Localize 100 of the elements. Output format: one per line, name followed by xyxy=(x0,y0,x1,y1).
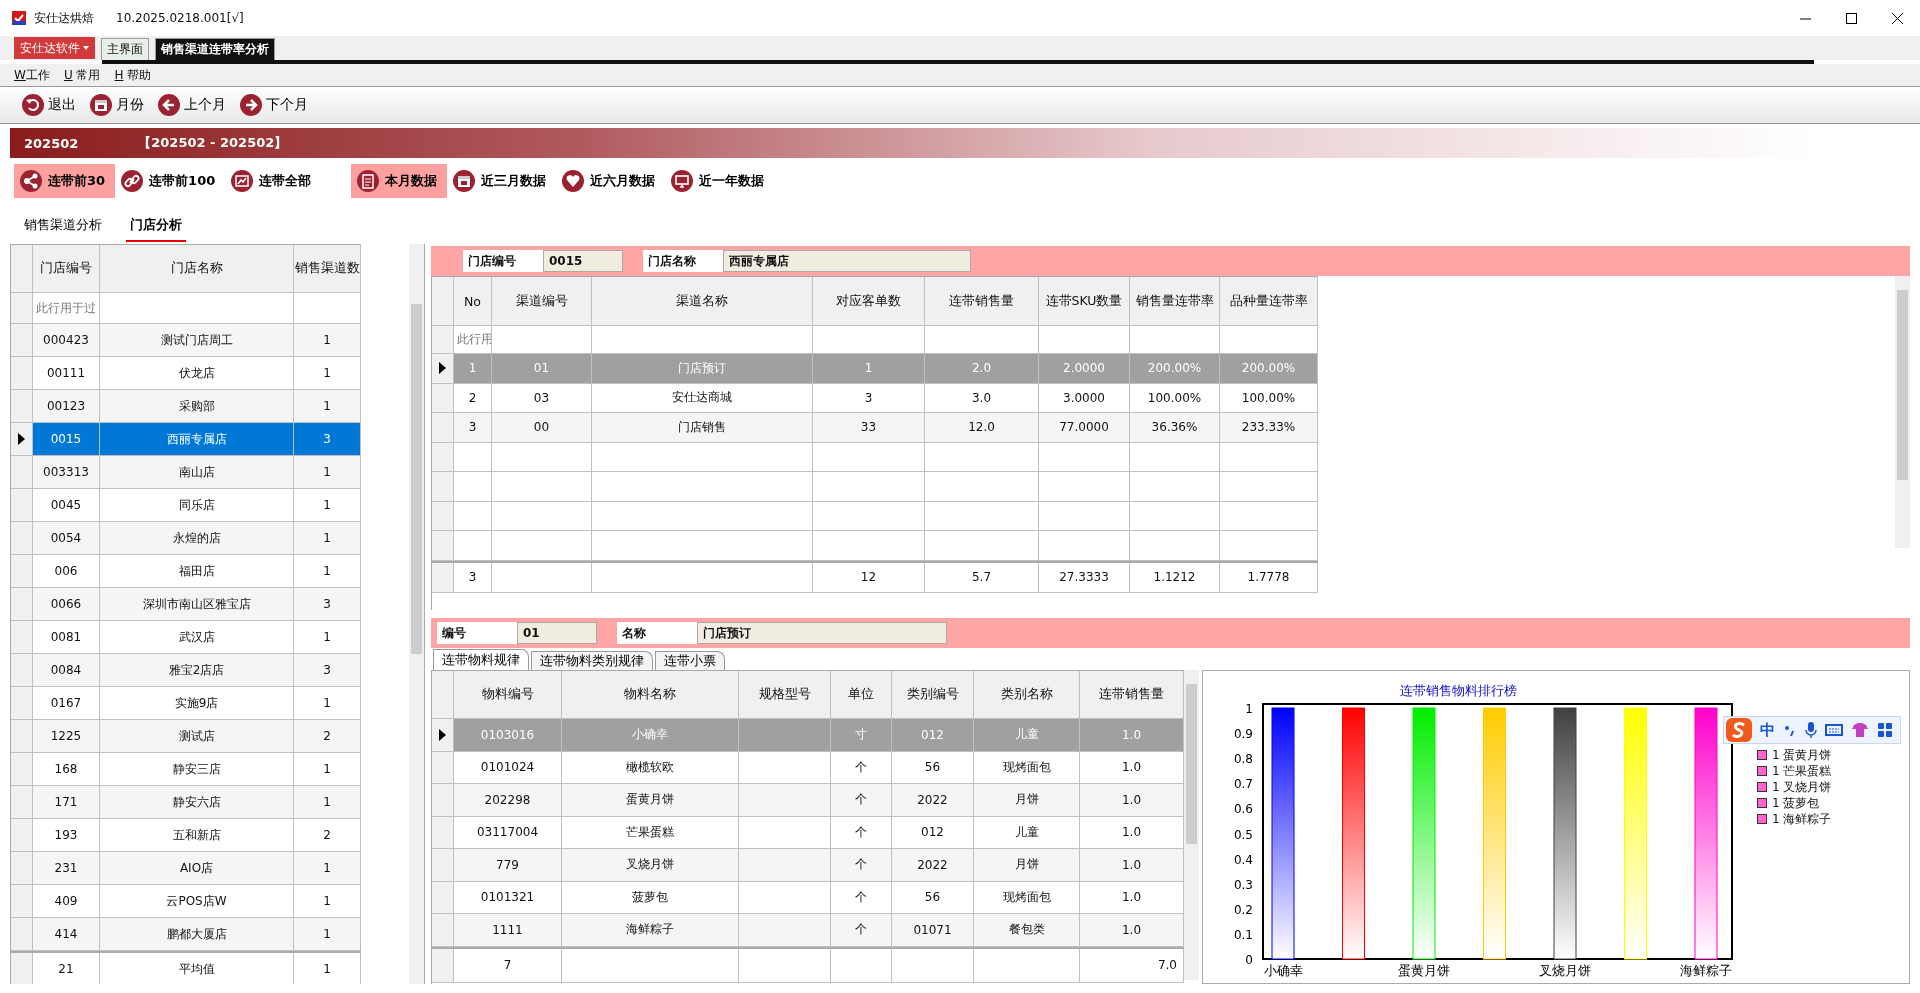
table-cell: 儿童 xyxy=(974,719,1080,752)
row-header xyxy=(432,881,454,914)
menu-item[interactable]: U 常用 xyxy=(63,66,101,84)
filter-button[interactable]: 连带前30 xyxy=(14,164,116,198)
table-row[interactable]: 003313 南山店 1 xyxy=(11,456,361,489)
table-row[interactable]: 409 云POS店W 1 xyxy=(11,885,361,918)
table-row[interactable]: 414 鹏都大厦店 1 xyxy=(11,918,361,951)
column-header[interactable]: No xyxy=(454,277,492,326)
total-cell: 21 xyxy=(33,953,100,984)
row-header xyxy=(432,914,454,947)
app-menu-button[interactable]: 安仕达软件 xyxy=(14,37,95,59)
grid-icon[interactable] xyxy=(1877,722,1893,738)
toolbar-button[interactable]: 下个月 xyxy=(238,94,310,116)
table-row[interactable]: 0045 同乐店 1 xyxy=(11,489,361,522)
keyboard-icon[interactable] xyxy=(1825,723,1843,737)
view-tab[interactable]: 销售渠道分析 xyxy=(20,216,106,242)
column-header[interactable]: 类别名称 xyxy=(974,671,1080,719)
table-row[interactable]: 000423 测试门店周工 1 xyxy=(11,324,361,357)
column-header[interactable]: 渠道名称 xyxy=(592,277,813,326)
column-header[interactable]: 连带SKU数量 xyxy=(1039,277,1130,326)
column-header[interactable]: 连带销售量 xyxy=(925,277,1039,326)
table-row[interactable]: 2 03 安仕达商城 3 3.0 3.0000 100.00% 100.00% xyxy=(432,383,1318,413)
column-header[interactable]: 门店名称 xyxy=(100,245,294,293)
row-header xyxy=(11,753,33,786)
sub-tab[interactable]: 连带物料类别规律 xyxy=(531,651,653,670)
table-cell: 叉烧月饼 xyxy=(562,849,739,882)
table-row[interactable]: 1111 海鲜粽子 个 01071 餐包类 1.0 xyxy=(432,914,1184,947)
table-row[interactable]: 0167 实施9店 1 xyxy=(11,687,361,720)
table-row[interactable]: 03117004 芒果蛋糕 个 012 儿童 1.0 xyxy=(432,816,1184,849)
column-header[interactable]: 连带销售量 xyxy=(1080,671,1184,719)
shirt-icon[interactable] xyxy=(1851,722,1869,738)
column-header[interactable]: 销售量连带率 xyxy=(1130,277,1220,326)
row-header xyxy=(432,816,454,849)
column-header[interactable]: 对应客单数 xyxy=(813,277,925,326)
row-pointer-icon xyxy=(18,433,25,445)
microphone-icon[interactable] xyxy=(1805,721,1817,739)
column-header[interactable]: 渠道编号 xyxy=(492,277,592,326)
ime-mode-toggle[interactable]: 中 xyxy=(1760,720,1775,740)
table-row[interactable]: 193 五和新店 2 xyxy=(11,819,361,852)
row-header xyxy=(11,324,33,357)
axis-label: 蛋黄月饼 xyxy=(1398,963,1450,978)
row-header xyxy=(11,555,33,588)
legend-label: 1 叉烧月饼 xyxy=(1772,780,1832,794)
row-header xyxy=(432,784,454,817)
legend-swatch xyxy=(1757,782,1767,792)
column-header[interactable]: 单位 xyxy=(831,671,892,719)
column-header[interactable]: 类别编号 xyxy=(892,671,974,719)
table-row[interactable]: 0081 武汉店 1 xyxy=(11,621,361,654)
column-header[interactable]: 门店编号 xyxy=(33,245,100,293)
table-cell: 1 xyxy=(454,354,492,384)
table-cell: 月饼 xyxy=(974,849,1080,882)
sub-tab[interactable]: 连带物料规律 xyxy=(433,649,529,670)
toolbar-button[interactable]: 月份 xyxy=(88,94,146,116)
toolbar-button[interactable]: 上个月 xyxy=(156,94,228,116)
scrollbar[interactable] xyxy=(1895,276,1910,548)
total-cell: 12 xyxy=(813,562,925,593)
table-row[interactable]: 0101024 橄榄软欧 个 56 现烤面包 1.0 xyxy=(432,751,1184,784)
punctuation-icon[interactable] xyxy=(1783,723,1797,737)
menu-item[interactable]: W工作 xyxy=(14,66,50,84)
scrollbar[interactable] xyxy=(409,244,424,984)
table-cell: 月饼 xyxy=(974,784,1080,817)
table-row[interactable]: 202298 蛋黄月饼 个 2022 月饼 1.0 xyxy=(432,784,1184,817)
menu-item[interactable]: H 帮助 xyxy=(114,66,152,84)
column-header[interactable]: 规格型号 xyxy=(739,671,831,719)
table-row[interactable]: 0066 深圳市南山区雅宝店 3 xyxy=(11,588,361,621)
table-cell: 779 xyxy=(454,849,562,882)
table-row[interactable]: 00111 伏龙店 1 xyxy=(11,357,361,390)
column-header[interactable]: 物料名称 xyxy=(562,671,739,719)
table-row[interactable]: 00123 采购部 1 xyxy=(11,390,361,423)
toolbar-button[interactable]: 退出 xyxy=(20,94,78,116)
table-row[interactable]: 779 叉烧月饼 个 2022 月饼 1.0 xyxy=(432,849,1184,882)
column-header[interactable]: 销售渠道数 xyxy=(294,245,361,293)
period-button[interactable]: 本月数据 xyxy=(351,164,448,198)
table-row[interactable]: 3 00 门店销售 33 12.0 77.0000 36.36% 233.33% xyxy=(432,413,1318,443)
sub-tab[interactable]: 连带小票 xyxy=(655,651,725,670)
table-row[interactable]: 231 AIO店 1 xyxy=(11,852,361,885)
total-cell: 3 xyxy=(454,562,492,593)
period-range: 【202502 - 202502】 xyxy=(138,134,288,152)
document-tab[interactable]: 主界面 xyxy=(101,38,149,60)
scrollbar[interactable] xyxy=(1184,670,1199,980)
maximize-icon[interactable] xyxy=(1845,12,1857,24)
table-row[interactable]: 0054 永煌的店 1 xyxy=(11,522,361,555)
legend-label: 1 菠萝包 xyxy=(1772,796,1820,810)
axis-label: 0.6 xyxy=(1233,802,1253,817)
close-icon[interactable] xyxy=(1891,12,1903,24)
table-row[interactable]: 0101321 菠萝包 个 56 现烤面包 1.0 xyxy=(432,881,1184,914)
table-row[interactable]: 006 福田店 1 xyxy=(11,555,361,588)
column-header[interactable]: 品种量连带率 xyxy=(1220,277,1318,326)
field-label: 编号 xyxy=(437,622,517,644)
table-row[interactable]: 168 静安三店 1 xyxy=(11,753,361,786)
total-cell: 1.7778 xyxy=(1220,562,1318,593)
nodes-icon xyxy=(20,170,42,192)
table-row[interactable]: 0015 西丽专属店 3 xyxy=(11,423,361,456)
table-row[interactable]: 0084 雅宝2店店 3 xyxy=(11,654,361,687)
column-header[interactable]: 物料编号 xyxy=(454,671,562,719)
total-cell: 5.7 xyxy=(925,562,1039,593)
document-tab[interactable]: 销售渠道连带率分析 xyxy=(155,38,275,60)
table-row[interactable]: 1225 测试店 2 xyxy=(11,720,361,753)
view-tab[interactable]: 门店分析 xyxy=(126,216,186,242)
table-row[interactable]: 171 静安六店 1 xyxy=(11,786,361,819)
